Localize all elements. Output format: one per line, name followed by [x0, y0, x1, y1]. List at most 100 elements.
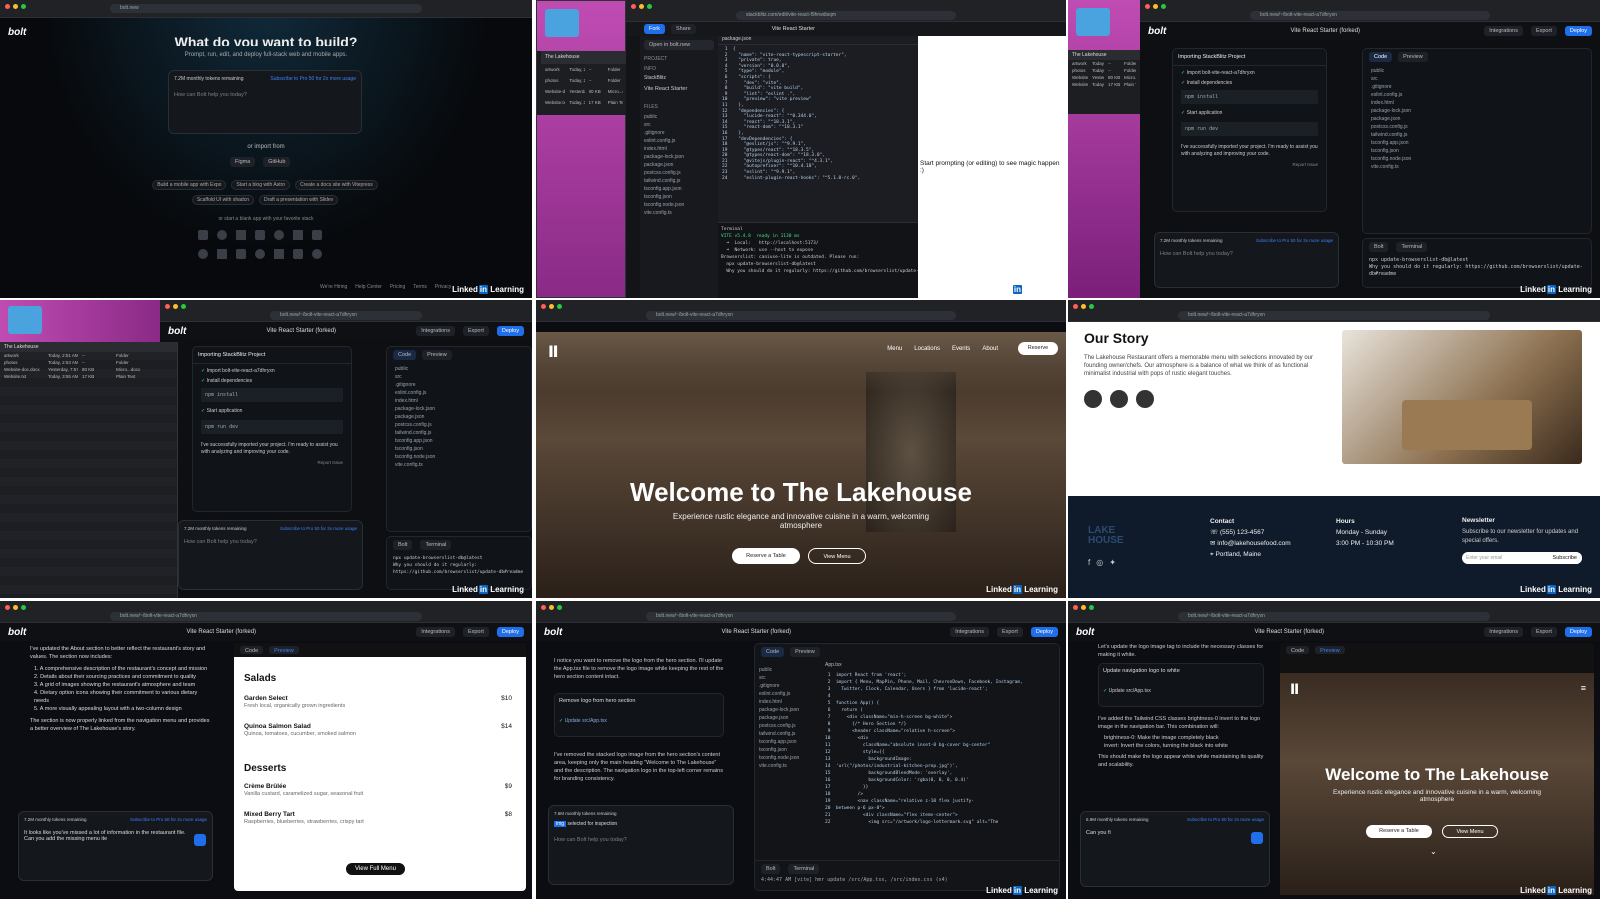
tab-preview[interactable]: Preview [790, 647, 820, 657]
stack-icon[interactable] [236, 249, 246, 259]
subscribe-link[interactable]: Subscribe to Pro 50 for 2x more usage [130, 817, 207, 822]
report-issue-link[interactable]: Report Issue [193, 460, 351, 465]
chevron-down-icon[interactable]: ⌄ [1430, 847, 1437, 856]
project-name[interactable]: Vite React Starter (forked) [721, 629, 791, 635]
stack-icon[interactable] [274, 230, 284, 240]
editor-tab[interactable]: App.tsx [825, 662, 842, 668]
window-controls[interactable] [1073, 304, 1094, 309]
subscribe-link[interactable]: Subscribe to Pro 50 for 2x more usage [270, 76, 356, 82]
file-item[interactable]: vite.config.ts [1371, 163, 1583, 171]
export-button[interactable]: Export [1530, 627, 1557, 637]
file-item[interactable]: eslint.config.js [1371, 91, 1583, 99]
file-item[interactable]: package-lock.json [759, 706, 817, 714]
file-item[interactable]: .gitignore [644, 129, 714, 137]
prompt-input[interactable]: How can Bolt help you today? [184, 539, 357, 545]
window-controls[interactable] [541, 304, 562, 309]
tab-terminal[interactable]: Terminal [1396, 242, 1428, 252]
address-bar[interactable]: bolt.new/~/bolt-vite-react-a7dhryxn [270, 311, 422, 320]
file-item[interactable]: postcss.config.js [395, 421, 523, 429]
finder-row[interactable]: Website-doc.docx Yesterday, 7:57 PM 80 KB M… [1068, 74, 1140, 81]
prompt-box[interactable]: 7.6M monthly tokens remaining img select… [548, 805, 734, 885]
address-bar[interactable]: stackblitz.com/edit/vite-react-f9hrwdisq… [736, 11, 956, 20]
project-name[interactable]: Vite React Starter (forked) [1290, 28, 1360, 34]
stack-icon[interactable] [198, 230, 208, 240]
example-prompt-button[interactable]: Scaffold UI with shadcn [191, 195, 254, 205]
file-item[interactable]: tsconfig.node.json [759, 754, 817, 762]
tab-code[interactable]: Code [240, 646, 264, 654]
open-in-bolt-button[interactable]: Open in bolt.new [644, 40, 714, 50]
instagram-icon[interactable]: ◎ [1096, 558, 1103, 567]
folder-icon[interactable] [545, 9, 579, 37]
tab-bolt-terminal[interactable]: Bolt [393, 540, 413, 550]
file-item[interactable]: index.html [644, 145, 714, 153]
facebook-icon[interactable]: f [1088, 558, 1090, 567]
address-bar[interactable]: bolt.new [110, 4, 422, 13]
reserve-button[interactable]: Reserve [1018, 342, 1058, 355]
deploy-button[interactable]: Deploy [1564, 26, 1592, 36]
subscribe-button[interactable]: Subscribe [1547, 552, 1582, 564]
file-item[interactable]: package.json [759, 714, 817, 722]
stack-icon[interactable] [293, 249, 303, 259]
prompt-box[interactable]: 7.2M monthly tokens remaining Subscribe t… [18, 811, 213, 881]
prompt-input[interactable]: How can Bolt help you today? [554, 837, 728, 843]
file-item[interactable]: eslint.config.js [395, 389, 523, 397]
nav-link[interactable]: Menu [887, 346, 902, 352]
figma-import-button[interactable]: Figma [230, 157, 256, 167]
tab-code[interactable]: Code [393, 350, 417, 360]
address-bar[interactable]: bolt.new/~/bolt-vite-react-a7dhryxn [646, 311, 956, 320]
tab-code[interactable]: Code [1286, 646, 1310, 654]
file-item[interactable]: tsconfig.json [1371, 147, 1583, 155]
project-name[interactable]: Vite React Starter (forked) [1254, 629, 1324, 635]
footer-link[interactable]: We're Hiring [320, 284, 347, 290]
file-item[interactable]: tailwind.config.js [759, 730, 817, 738]
file-item[interactable]: tailwind.config.js [644, 177, 714, 185]
stack-icon[interactable] [255, 249, 265, 259]
window-controls[interactable] [541, 605, 562, 610]
file-item[interactable]: package.json [395, 413, 523, 421]
stack-icon[interactable] [293, 230, 303, 240]
file-item[interactable]: tailwind.config.js [395, 429, 523, 437]
reserve-table-button[interactable]: Reserve a Table [732, 548, 800, 564]
file-item[interactable]: tailwind.config.js [1371, 131, 1583, 139]
prompt-box[interactable]: 7.2M monthly tokens remaining Subscribe t… [168, 70, 362, 134]
share-button[interactable]: Share [671, 24, 696, 34]
file-item[interactable]: src [644, 121, 714, 129]
view-menu-button[interactable]: View Menu [808, 548, 866, 564]
finder-row[interactable]: photos Today, 2:53 AM -- Folder [541, 75, 627, 86]
deploy-button[interactable]: Deploy [1030, 627, 1058, 637]
file-item[interactable]: tsconfig.json [644, 193, 714, 201]
file-item[interactable]: .gitignore [1371, 83, 1583, 91]
folder-icon[interactable] [1076, 8, 1110, 36]
file-item[interactable]: postcss.config.js [1371, 123, 1583, 131]
stack-icon[interactable] [274, 249, 284, 259]
tab-code[interactable]: Code [761, 647, 785, 657]
file-item[interactable]: package-lock.json [1371, 107, 1583, 115]
address-bar[interactable]: bolt.new/~/bolt-vite-react-a7dhryxn [646, 612, 956, 621]
finder-row[interactable]: artwork Today, 2:51 AM -- Folder [0, 352, 177, 359]
deploy-button[interactable]: Deploy [1564, 627, 1592, 637]
window-controls[interactable] [5, 4, 26, 9]
tab-terminal[interactable]: Terminal [788, 864, 820, 874]
code-area[interactable]: 1 import React from 'react'; 2 import { … [825, 672, 1055, 826]
email-address[interactable]: ✉ info@lakehousefood.com [1210, 538, 1291, 549]
nav-logo-icon[interactable]: Ⅱ [1290, 681, 1299, 698]
nav-link[interactable]: Locations [914, 346, 940, 352]
file-item[interactable]: vite.config.ts [644, 209, 714, 217]
file-item[interactable]: .gitignore [395, 381, 523, 389]
tab-preview[interactable]: Preview [1398, 52, 1428, 62]
twitter-icon[interactable]: ✦ [1109, 558, 1116, 567]
deploy-button[interactable]: Deploy [496, 326, 524, 336]
file-item[interactable]: public [395, 365, 523, 373]
file-item[interactable]: index.html [395, 397, 523, 405]
nav-link[interactable]: About [982, 346, 998, 352]
file-item[interactable]: tsconfig.node.json [644, 201, 714, 209]
code-area[interactable]: 1 { 2 "name": "vite-react-typescript-sta… [718, 45, 918, 183]
newsletter-email-input[interactable]: Enter your email [1462, 552, 1548, 564]
folder-icon[interactable] [8, 306, 42, 334]
file-item[interactable]: vite.config.ts [395, 461, 523, 469]
file-item[interactable]: package.json [644, 161, 714, 169]
subscribe-link[interactable]: Subscribe to Pro 50 for 2x more usage [1187, 817, 1264, 822]
report-issue-link[interactable]: Report Issue [1173, 162, 1326, 167]
file-item[interactable]: tsconfig.json [759, 746, 817, 754]
project-name[interactable]: Vite React Starter (forked) [266, 328, 336, 334]
